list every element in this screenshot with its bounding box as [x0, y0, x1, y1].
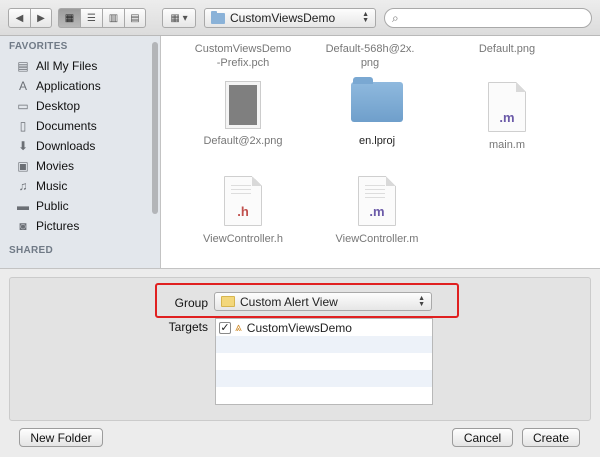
m-file-icon: .m [358, 176, 396, 226]
file-name: ViewController.m [335, 233, 419, 245]
empty-row [216, 336, 432, 353]
sidebar-item-applications[interactable]: A Applications [0, 76, 160, 96]
documents-icon: ▯ [19, 119, 27, 133]
doc-lines [231, 185, 251, 197]
sidebar-item-label: Documents [36, 119, 97, 133]
sidebar-item-music[interactable]: ♫ Music [0, 176, 160, 196]
icon-view-button[interactable]: ▦ [58, 8, 80, 28]
updown-arrows-icon: ▲ ▼ [362, 11, 369, 24]
chevron-left-icon: ◀ [15, 12, 24, 24]
pictures-icon: ◙ [19, 219, 27, 233]
back-forward-group: ◀ ▶ [8, 8, 52, 28]
sidebar-item-pictures[interactable]: ◙ Pictures [0, 216, 160, 236]
empty-row [216, 370, 432, 387]
search-field[interactable]: ⌕ [384, 8, 592, 28]
target-row[interactable]: ✓ ⩓ CustomViewsDemo [216, 319, 432, 336]
sidebar-scrollbar[interactable] [152, 42, 158, 214]
targets-label: Targets [168, 320, 208, 334]
target-name: CustomViewsDemo [246, 320, 352, 335]
location-label: CustomViewsDemo [230, 11, 336, 25]
file-item[interactable]: .m ViewController.m [312, 176, 442, 246]
empty-row [216, 353, 432, 370]
chevron-right-icon: ▶ [37, 12, 45, 24]
new-folder-button[interactable]: New Folder [19, 428, 103, 447]
file-item[interactable]: Default-568h@2x. png [305, 42, 435, 70]
sidebar-item-label: Pictures [36, 219, 80, 233]
file-item[interactable]: en.lproj [312, 77, 442, 148]
sidebar-item-label: Public [36, 199, 69, 213]
coverflow-icon: ▤ [130, 12, 140, 24]
target-checkbox[interactable]: ✓ [219, 321, 231, 334]
file-item[interactable]: Default.png [442, 42, 572, 56]
file-name: Default-568h@2x. png [325, 43, 415, 69]
file-name: Default@2x.png [203, 135, 283, 147]
favorites-heading: FAVORITES [9, 41, 68, 52]
file-name: ViewController.h [203, 233, 283, 245]
toolbar: ◀ ▶ ▦ ☰ ▥ ▤ ▦ ▾ CustomViewsDemo ▲ ▼ ⌕ [0, 0, 600, 36]
doc-lines [365, 185, 385, 201]
sidebar: FAVORITES ▤ All My Files A Applications … [0, 36, 161, 268]
create-button[interactable]: Create [522, 428, 580, 447]
h-extension-label: .h [237, 204, 249, 219]
targets-list: ✓ ⩓ CustomViewsDemo [215, 318, 433, 405]
applications-icon: A [18, 79, 27, 93]
m-extension-label: .m [369, 204, 385, 219]
sidebar-item-label: Applications [36, 79, 101, 93]
movies-icon: ▣ [17, 159, 29, 173]
public-folder-icon: ▬ [17, 199, 29, 213]
column-view-button[interactable]: ▥ [102, 8, 124, 28]
m-file-icon: .m [488, 82, 526, 132]
sidebar-item-documents[interactable]: ▯ Documents [0, 116, 160, 136]
sidebar-item-label: Desktop [36, 99, 81, 113]
file-browser: CustomViewsDemo -Prefix.pch Default-568h… [161, 36, 600, 268]
folder-icon [351, 77, 403, 122]
cancel-button[interactable]: Cancel [452, 428, 513, 447]
file-name: en.lproj [358, 135, 396, 147]
sidebar-item-label: All My Files [36, 59, 98, 73]
list-icon: ☰ [87, 12, 96, 24]
file-name: Default.png [478, 43, 536, 55]
sidebar-item-downloads[interactable]: ⬇ Downloads [0, 136, 160, 156]
sidebar-item-label: Movies [36, 159, 75, 173]
highlight-box [155, 283, 459, 318]
shared-heading: SHARED [9, 245, 54, 256]
file-item[interactable]: .m main.m [442, 82, 572, 152]
arrange-button[interactable]: ▦ ▾ [162, 8, 196, 28]
sidebar-item-desktop[interactable]: ▭ Desktop [0, 96, 160, 116]
folder-icon [211, 10, 225, 24]
forward-button[interactable]: ▶ [30, 8, 52, 28]
sidebar-item-public[interactable]: ▬ Public [0, 196, 160, 216]
icon-grid-icon: ▦ [64, 12, 75, 24]
search-input[interactable] [402, 12, 573, 24]
sidebar-item-all-my-files[interactable]: ▤ All My Files [0, 56, 160, 76]
file-item[interactable]: CustomViewsDemo -Prefix.pch [178, 42, 308, 70]
arrange-grid-icon: ▦ ▾ [170, 12, 188, 24]
columns-icon: ▥ [108, 12, 119, 24]
file-item[interactable]: Default@2x.png [178, 82, 308, 148]
desktop-icon: ▭ [17, 99, 29, 113]
sidebar-item-movies[interactable]: ▣ Movies [0, 156, 160, 176]
downloads-icon: ⬇ [17, 139, 29, 153]
m-extension-label: .m [499, 110, 515, 125]
h-file-icon: .h [224, 176, 262, 226]
app-target-icon: ⩓ [235, 320, 242, 334]
empty-row [216, 387, 432, 404]
sidebar-item-label: Downloads [36, 139, 96, 153]
location-popup[interactable]: CustomViewsDemo ▲ ▼ [204, 8, 376, 28]
sidebar-item-label: Music [36, 179, 68, 193]
coverflow-view-button[interactable]: ▤ [124, 8, 146, 28]
file-name: CustomViewsDemo -Prefix.pch [194, 43, 292, 69]
search-icon: ⌕ [392, 10, 399, 25]
view-mode-group: ▦ ☰ ▥ ▤ [58, 8, 146, 28]
png-image-icon [226, 82, 260, 128]
list-view-button[interactable]: ☰ [80, 8, 102, 28]
file-item[interactable]: .h ViewController.h [178, 176, 308, 246]
file-name: main.m [488, 139, 526, 151]
music-icon: ♫ [18, 179, 28, 193]
all-files-icon: ▤ [17, 59, 29, 73]
back-button[interactable]: ◀ [8, 8, 30, 28]
